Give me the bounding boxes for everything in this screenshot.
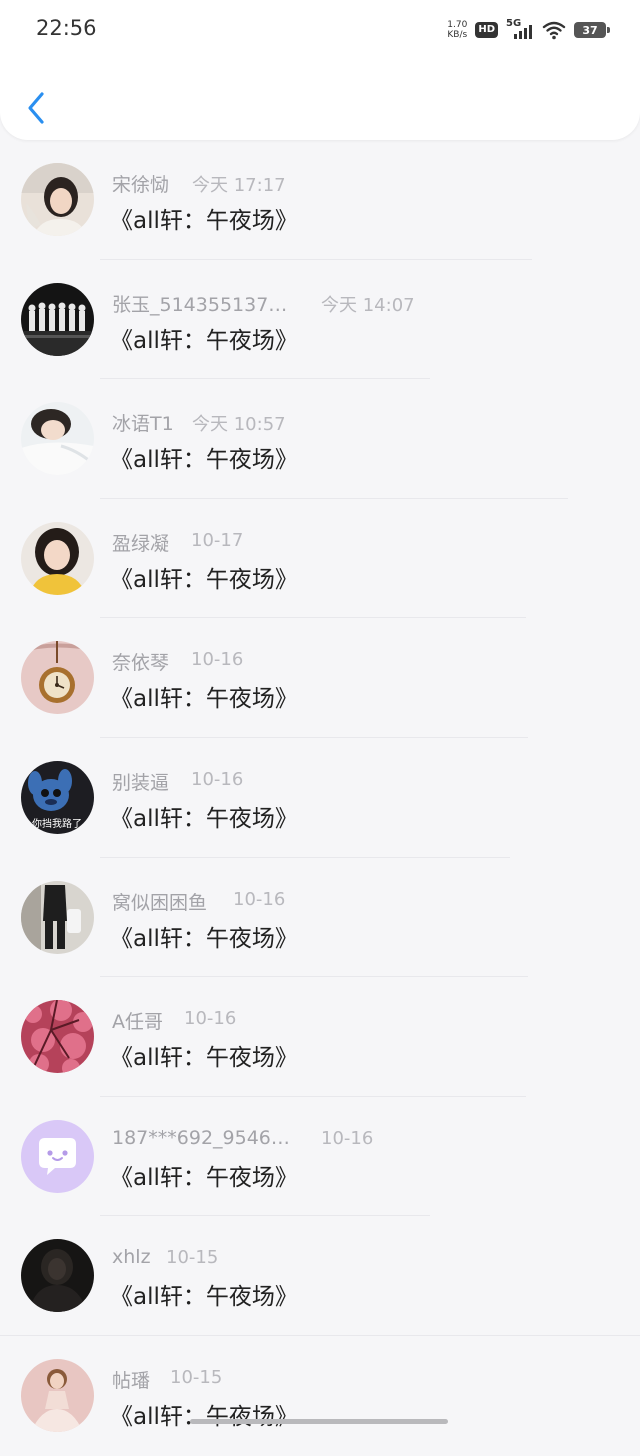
commenter-name[interactable]: 窝似困困鱼: [112, 888, 207, 915]
avatar-caption: 你挡我路了: [32, 817, 82, 830]
comment-time: 今天 10:57: [192, 414, 286, 436]
top-header: 22:56 1.70 KB/s HD 5G 37: [0, 0, 640, 140]
network-speed-unit: KB/s: [447, 30, 468, 40]
commenter-name[interactable]: 187***692_9546…: [112, 1127, 290, 1149]
avatar[interactable]: [21, 880, 94, 954]
comment-message: 《all轩：午夜场》: [110, 447, 298, 474]
comment-time: 今天 14:07: [321, 294, 415, 316]
comment-message: 《all轩：午夜场》: [110, 686, 298, 713]
comment-message: 《all轩：午夜场》: [110, 925, 298, 952]
battery-level: 37: [582, 23, 598, 37]
comment-message: 《all轩：午夜场》: [110, 327, 298, 354]
comment-message: 《all轩：午夜场》: [110, 1403, 298, 1430]
status-time: 22:56: [36, 16, 97, 40]
commenter-name[interactable]: 盈绿凝: [112, 529, 169, 556]
comment-time: 今天 17:17: [192, 175, 286, 196]
avatar[interactable]: [21, 1119, 94, 1193]
commenter-name[interactable]: xhlz: [112, 1246, 151, 1268]
avatar[interactable]: [21, 521, 94, 595]
avatar[interactable]: [21, 402, 94, 476]
list-item[interactable]: 187***692_9546… 10-16 《all轩：午夜场》: [0, 1097, 640, 1217]
avatar[interactable]: [21, 1358, 94, 1432]
list-item[interactable]: xhlz 10-15 《all轩：午夜场》: [0, 1216, 640, 1336]
back-button[interactable]: [18, 86, 54, 130]
wifi-icon: [542, 21, 566, 40]
comment-time: 10-15: [166, 1247, 219, 1269]
avatar[interactable]: 你挡我路了: [21, 760, 94, 834]
comment-time: 10-16: [233, 888, 286, 910]
avatar[interactable]: [21, 1239, 94, 1313]
default-chat-bubble-icon: [21, 1119, 94, 1193]
comment-message: 《all轩：午夜场》: [110, 566, 298, 593]
comment-message: 《all轩：午夜场》: [110, 1045, 298, 1072]
battery-icon: 37: [574, 22, 610, 38]
commenter-name[interactable]: 宋徐恸: [112, 170, 169, 197]
list-item[interactable]: A任哥 10-16 《all轩：午夜场》: [0, 977, 640, 1097]
list-item[interactable]: 奈依琴 10-16 《all轩：午夜场》: [0, 618, 640, 738]
commenter-name[interactable]: 别装逼: [112, 768, 169, 795]
commenter-name[interactable]: 冰语T1: [112, 409, 174, 436]
status-icons: 1.70 KB/s HD 5G 37: [447, 16, 610, 44]
list-item[interactable]: 你挡我路了 别装逼 10-16 《all轩：午夜场》: [0, 738, 640, 858]
avatar[interactable]: [21, 163, 94, 236]
signal-icon: 5G: [506, 19, 534, 41]
list-item[interactable]: 冰语T1 今天 10:57 《all轩：午夜场》: [0, 379, 640, 499]
list-item[interactable]: 窝似困困鱼 10-16 《all轩：午夜场》: [0, 858, 640, 978]
comment-time: 10-17: [191, 529, 244, 551]
comment-message: 《all轩：午夜场》: [110, 1164, 298, 1191]
comment-message: 《all轩：午夜场》: [110, 1284, 298, 1311]
status-bar: 22:56 1.70 KB/s HD 5G 37: [0, 0, 640, 60]
list-item[interactable]: 帖璠 10-15 《all轩：午夜场》: [0, 1336, 640, 1456]
list-item[interactable]: 盈绿凝 10-17 《all轩：午夜场》: [0, 499, 640, 619]
home-indicator[interactable]: [190, 1419, 448, 1424]
comment-message: 《all轩：午夜场》: [110, 208, 298, 234]
avatar[interactable]: [21, 1000, 94, 1074]
network-speed-value: 1.70: [447, 20, 468, 30]
comment-message: 《all轩：午夜场》: [110, 805, 298, 832]
comment-time: 10-15: [170, 1366, 223, 1388]
list-item[interactable]: 张玉_514355137… 今天 14:07 《all轩：午夜场》: [0, 260, 640, 380]
chevron-left-icon: [28, 92, 44, 124]
comment-time: 10-16: [191, 768, 244, 790]
list-item[interactable]: 宋徐恸 今天 17:17 《all轩：午夜场》: [0, 140, 640, 260]
commenter-name[interactable]: 帖璠: [112, 1366, 150, 1393]
network-speed: 1.70 KB/s: [447, 20, 467, 40]
comment-time: 10-16: [321, 1127, 374, 1149]
comment-time: 10-16: [184, 1008, 237, 1030]
avatar[interactable]: [21, 641, 94, 715]
comment-list: 宋徐恸 今天 17:17 《all轩：午夜场》 张玉_514355137… 今天…: [0, 140, 640, 1456]
comment-time: 10-16: [191, 649, 244, 671]
hd-icon: HD: [475, 22, 498, 38]
commenter-name[interactable]: A任哥: [112, 1007, 163, 1034]
commenter-name[interactable]: 张玉_514355137…: [112, 290, 287, 317]
commenter-name[interactable]: 奈依琴: [112, 648, 169, 675]
avatar[interactable]: [21, 282, 94, 356]
